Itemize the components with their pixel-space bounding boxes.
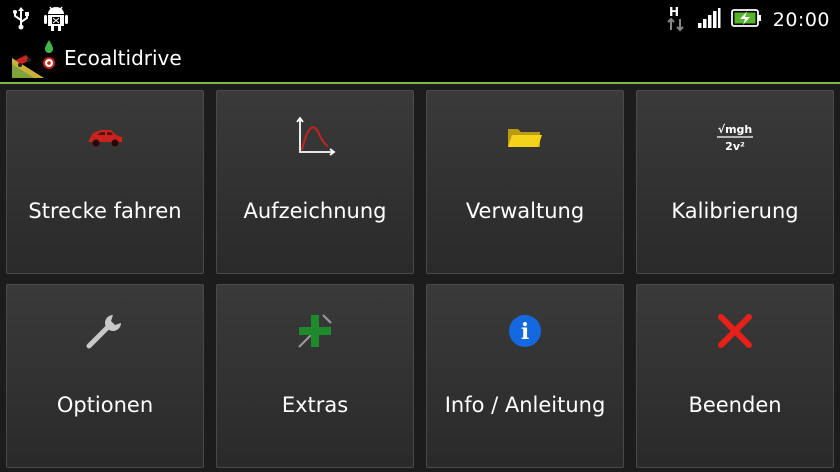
tile-label: Extras (281, 393, 349, 417)
tile-label: Kalibrierung (671, 199, 799, 223)
formula-numerator: √mgh (718, 123, 753, 136)
info-icon: i (501, 307, 549, 355)
info-anleitung-button[interactable]: i Info / Anleitung (426, 284, 624, 468)
info-glyph: i (521, 319, 529, 345)
network-letter: H (669, 5, 679, 19)
tile-label: Info / Anleitung (444, 393, 606, 417)
battery-charging-icon (730, 8, 763, 32)
kalibrierung-button[interactable]: √mgh 2v² Kalibrierung (636, 90, 834, 274)
beenden-button[interactable]: Beenden (636, 284, 834, 468)
app-logo-icon (12, 38, 60, 80)
main-menu-grid: Strecke fahren Aufzeichnung Verwaltung √… (0, 84, 840, 472)
chart-icon (291, 113, 339, 161)
usb-icon (10, 6, 32, 34)
formula-icon: √mgh 2v² (711, 113, 759, 161)
signal-icon (697, 7, 721, 33)
app-title: Ecoaltidrive (64, 46, 182, 70)
status-bar: H 20:00 (0, 0, 840, 34)
formula-denominator: 2v² (725, 140, 745, 153)
wrench-icon (81, 307, 129, 355)
tile-label: Strecke fahren (28, 199, 182, 223)
extras-button[interactable]: Extras (216, 284, 414, 468)
close-icon (711, 307, 759, 355)
clock: 20:00 (772, 9, 830, 31)
app-title-bar: Ecoaltidrive (0, 34, 840, 82)
tile-label: Aufzeichnung (243, 199, 387, 223)
plus-icon (291, 307, 339, 355)
tile-label: Beenden (688, 393, 782, 417)
folder-icon (501, 113, 549, 161)
aufzeichnung-button[interactable]: Aufzeichnung (216, 90, 414, 274)
tile-label: Verwaltung (465, 199, 585, 223)
network-h-icon: H (665, 4, 687, 36)
strecke-fahren-button[interactable]: Strecke fahren (6, 90, 204, 274)
car-icon (81, 113, 129, 161)
verwaltung-button[interactable]: Verwaltung (426, 90, 624, 274)
android-debug-icon (44, 5, 68, 35)
optionen-button[interactable]: Optionen (6, 284, 204, 468)
tile-label: Optionen (56, 393, 154, 417)
